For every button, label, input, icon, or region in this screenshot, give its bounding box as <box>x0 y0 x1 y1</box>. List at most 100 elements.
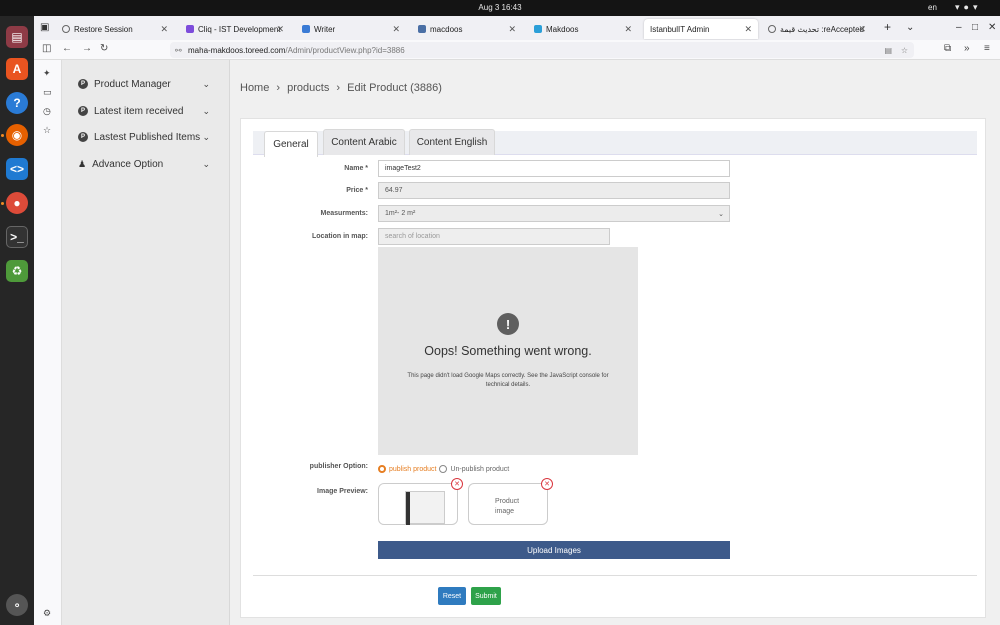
bookmark-star-icon[interactable]: ☆ <box>901 46 908 55</box>
trash-icon[interactable]: ♻ <box>6 260 28 282</box>
name-input[interactable]: imageTest2 <box>378 160 730 177</box>
keyboard-language[interactable]: en <box>928 3 937 12</box>
tab-content-english[interactable]: Content English <box>409 129 495 155</box>
main-content: Home › products › Edit Product (3886) Ge… <box>230 60 1000 625</box>
close-icon[interactable]: ✕ <box>858 24 866 35</box>
tab-makdoos[interactable]: Makdoos ✕ <box>528 19 638 39</box>
system-top-bar: Aug 3 16:43 en ▾●▾ <box>0 0 1000 16</box>
close-icon[interactable]: ✕ <box>160 24 168 35</box>
forward-icon[interactable]: → <box>82 43 92 54</box>
close-icon[interactable]: ✕ <box>508 24 516 35</box>
warning-icon: ! <box>497 313 519 335</box>
measurements-label: Measurments: <box>320 210 368 217</box>
image-preview-label: Image Preview: <box>317 488 368 495</box>
history-icon[interactable]: ◷ <box>43 106 51 117</box>
menu-icon[interactable]: ≡ <box>984 43 990 54</box>
bookmarks-icon[interactable]: ☆ <box>43 125 51 136</box>
price-input[interactable]: 64.97 <box>378 182 730 199</box>
breadcrumb-home[interactable]: Home <box>240 82 269 94</box>
tab-restore-session[interactable]: Restore Session ✕ <box>56 19 174 39</box>
tab-macdoos[interactable]: macdoos ✕ <box>412 19 522 39</box>
location-search-input[interactable]: search of location <box>378 228 610 245</box>
publish-label[interactable]: publish product <box>389 466 436 473</box>
sidebar-item-advance-option[interactable]: ♟ Advance Option ⌄ <box>78 154 218 174</box>
terminal-icon[interactable]: >_ <box>6 226 28 248</box>
map-error-title: Oops! Something went wrong. <box>424 344 592 358</box>
product-icon: P <box>78 132 88 142</box>
reset-button[interactable]: Reset <box>438 587 466 605</box>
clock[interactable]: Aug 3 16:43 <box>0 3 1000 12</box>
admin-sidebar: P Product Manager ⌄ P Latest item receiv… <box>62 60 230 625</box>
map-error-text: This page didn't load Google Maps correc… <box>407 373 609 388</box>
firefox-icon[interactable]: ◉ <box>6 124 28 146</box>
tab-list-dropdown-icon[interactable]: ⌄ <box>906 22 914 33</box>
tab-list-icon[interactable]: ▣ <box>40 22 49 33</box>
new-tab-icon[interactable]: + <box>884 20 891 34</box>
remove-image-icon[interactable]: ✕ <box>541 478 553 490</box>
tab-istanbulit-admin[interactable]: IstanbulIT Admin ✕ <box>644 19 758 39</box>
url-bar[interactable]: ⚯ maha-makdoos.toreed.com/Admin/productV… <box>170 42 914 58</box>
tab-cliq[interactable]: Cliq - IST Development ✕ <box>180 19 290 39</box>
overflow-icon[interactable]: » <box>964 43 970 54</box>
sidebar-item-latest-received[interactable]: P Latest item received ⌄ <box>78 101 218 121</box>
edit-product-panel: General Content Arabic Content English N… <box>240 118 986 618</box>
help-icon[interactable]: ? <box>6 92 28 114</box>
sidebar-toggle-icon[interactable]: ◫ <box>42 43 51 54</box>
image-preview <box>405 491 445 525</box>
ai-chatbot-icon[interactable]: ✦ <box>43 68 51 79</box>
close-icon[interactable]: ✕ <box>392 24 400 35</box>
divider <box>253 575 977 576</box>
minimize-icon[interactable]: – <box>956 22 962 33</box>
app-center-icon[interactable]: A <box>6 58 28 80</box>
close-icon[interactable]: ✕ <box>744 24 752 35</box>
files-icon[interactable]: ▤ <box>6 26 28 48</box>
vscode-icon[interactable]: <> <box>6 158 28 180</box>
tab-writer[interactable]: Writer ✕ <box>296 19 406 39</box>
remove-image-icon[interactable]: ✕ <box>451 478 463 490</box>
chevron-down-icon: ⌄ <box>202 131 210 142</box>
breadcrumb: Home › products › Edit Product (3886) <box>240 82 446 94</box>
tab-general[interactable]: General <box>264 131 318 157</box>
breadcrumb-products[interactable]: products <box>287 82 329 94</box>
breadcrumb-separator-icon: › <box>276 82 281 94</box>
close-window-icon[interactable]: ✕ <box>988 22 996 33</box>
restore-icon[interactable]: □ <box>972 22 978 33</box>
customize-sidebar-icon[interactable]: ⚙ <box>43 608 51 619</box>
price-label: Price * <box>346 187 368 194</box>
product-image-placeholder[interactable]: Product image ✕ <box>468 478 553 525</box>
tab-content-arabic[interactable]: Content Arabic <box>323 129 405 155</box>
google-map-error: ! Oops! Something went wrong. This page … <box>378 247 638 455</box>
synced-tabs-icon[interactable]: ▭ <box>43 87 52 98</box>
chevron-down-icon: ⌄ <box>202 158 210 169</box>
name-label: Name * <box>344 165 368 172</box>
unpublish-label[interactable]: Un-publish product <box>450 466 509 473</box>
measurements-select[interactable]: 1m²- 2 m² ⌄ <box>378 205 730 222</box>
submit-button[interactable]: Submit <box>471 587 501 605</box>
location-label: Location in map: <box>312 233 368 240</box>
sidebar-item-latest-published[interactable]: P Lastest Published Items ⌄ <box>78 127 218 147</box>
unpublish-radio[interactable] <box>439 465 448 473</box>
user-icon: ♟ <box>78 158 87 169</box>
reload-icon[interactable]: ↻ <box>100 43 108 54</box>
extensions-icon[interactable]: ⧉ <box>944 43 951 54</box>
image-thumbnail[interactable]: ✕ <box>378 478 463 525</box>
chrome-icon[interactable]: ● <box>6 192 28 214</box>
browser-tab-bar: ▣ Restore Session ✕ Cliq - IST Developmen… <box>34 16 1000 40</box>
show-apps-icon[interactable]: ∘ <box>6 594 28 616</box>
product-icon: P <box>78 79 88 89</box>
publish-radio[interactable] <box>378 465 386 473</box>
breadcrumb-current: Edit Product (3886) <box>347 82 442 94</box>
tab-reaccepted[interactable]: تحديث قيمة :reAccepted ✕ <box>762 19 872 39</box>
reader-view-icon[interactable]: ▤ <box>884 46 892 55</box>
browser-sidebar: ✦ ▭ ◷ ☆ ⚙ <box>34 60 62 625</box>
close-icon[interactable]: ✕ <box>276 24 284 35</box>
system-tray-icons[interactable]: ▾●▾ <box>955 2 981 13</box>
close-icon[interactable]: ✕ <box>624 24 632 35</box>
chevron-down-icon: ⌄ <box>202 105 210 116</box>
site-info-icon[interactable]: ⚯ <box>175 46 182 55</box>
upload-images-button[interactable]: Upload Images <box>378 541 730 559</box>
back-icon[interactable]: ← <box>62 43 72 54</box>
product-image-caption: Product image <box>495 498 520 515</box>
sidebar-item-product-manager[interactable]: P Product Manager ⌄ <box>78 74 218 94</box>
breadcrumb-separator-icon: › <box>336 82 341 94</box>
